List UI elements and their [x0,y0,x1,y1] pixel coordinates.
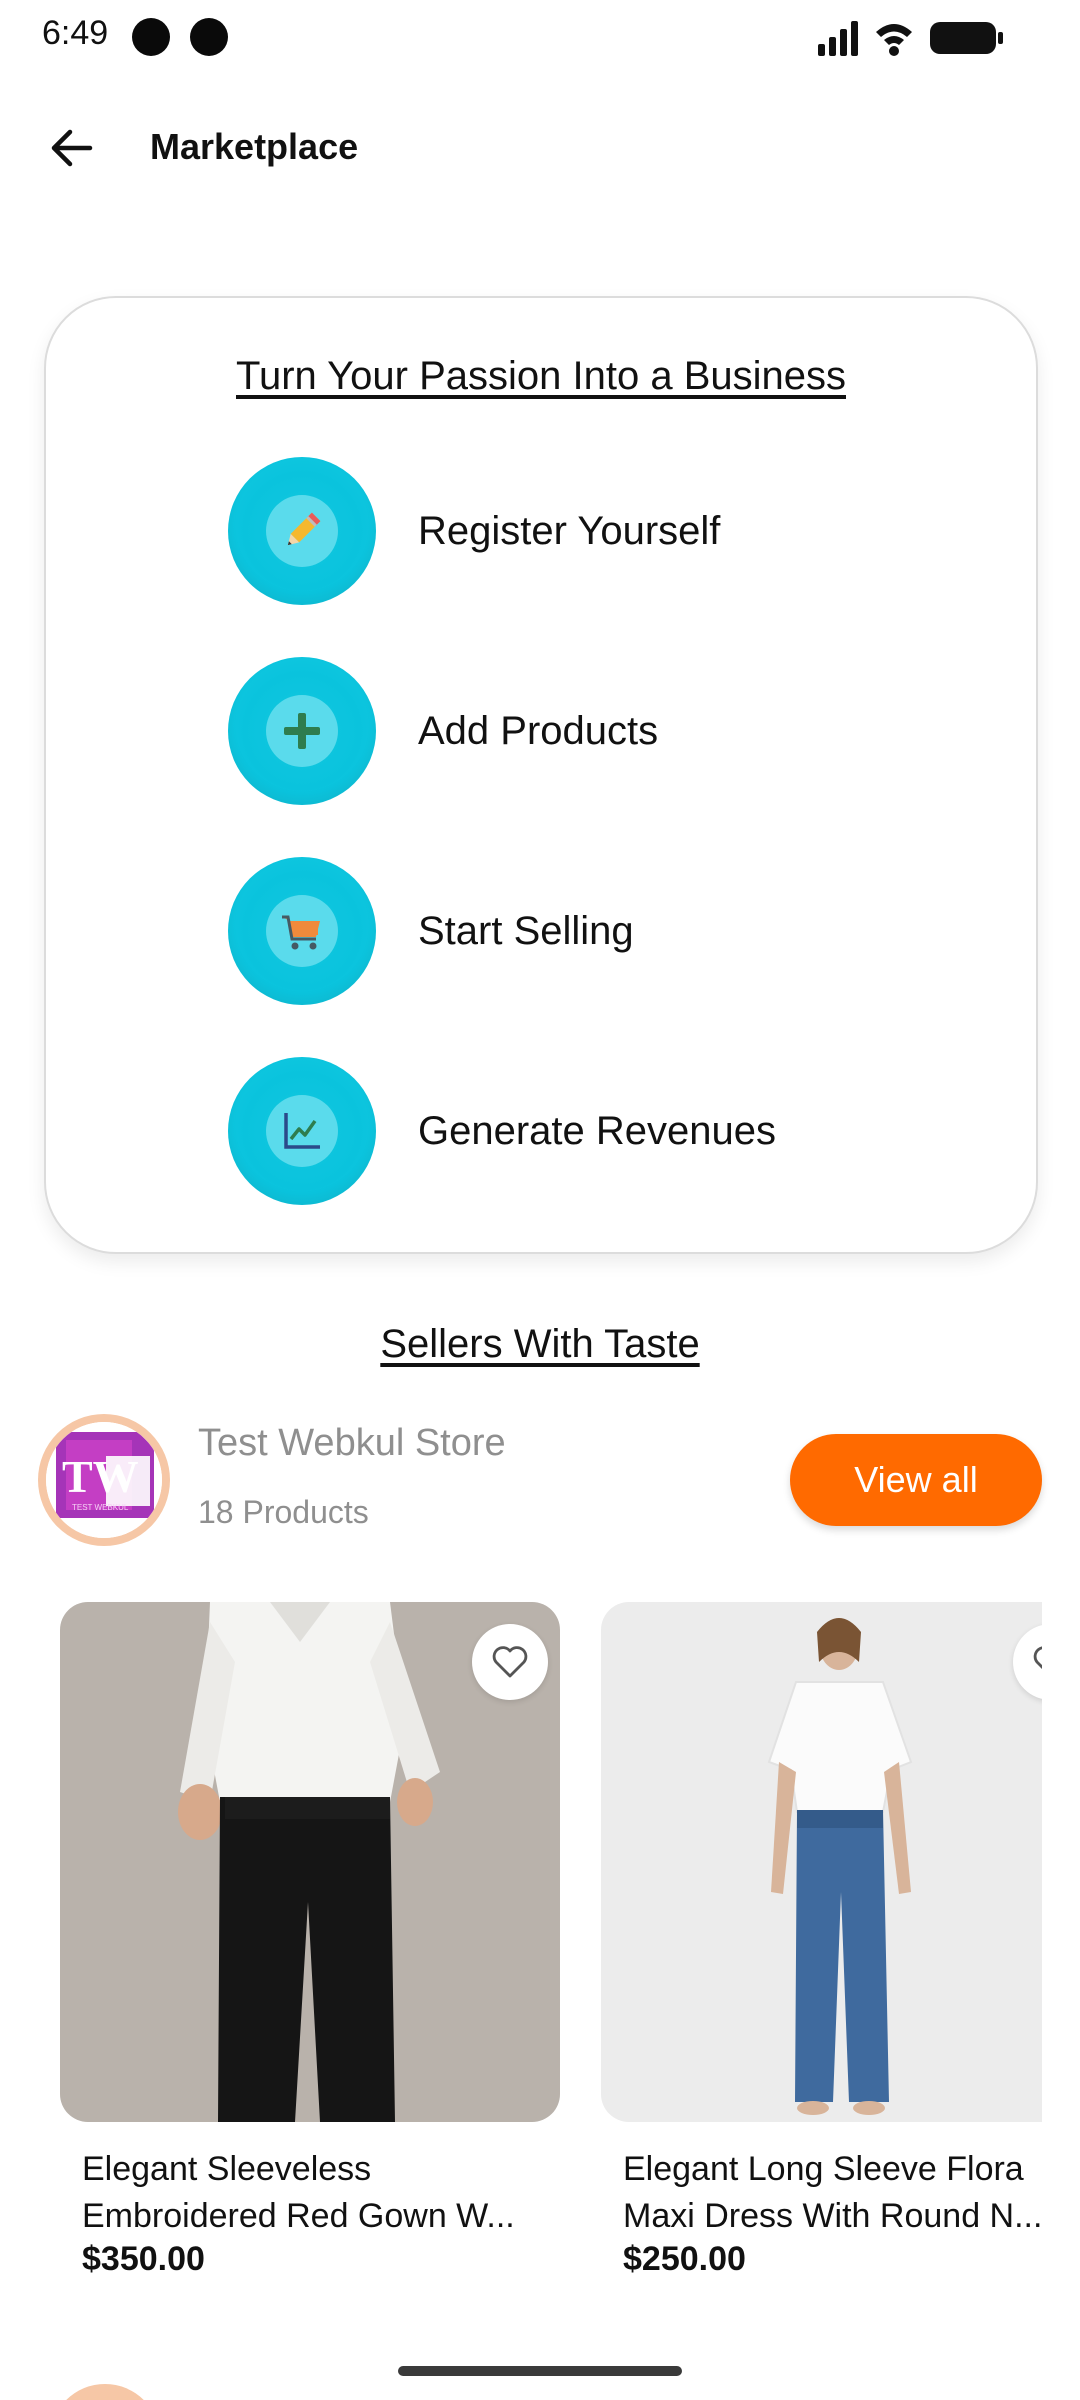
favorite-button[interactable] [472,1624,548,1700]
view-all-button[interactable]: View all [790,1434,1042,1526]
step-icon-circle [228,457,376,605]
wifi-icon [876,24,912,56]
step-label: Add Products [418,708,659,753]
product-card[interactable]: Elegant Long Sleeve Flora Maxi Dress Wit… [601,1602,1042,2302]
product-name-line: Elegant Long Sleeve Flora [623,2150,1024,2188]
product-count: 18 Products [198,1494,369,1530]
product-image[interactable] [601,1602,1042,2122]
product-name-line: Embroidered Red Gown W... [82,2197,515,2235]
plus-icon [284,713,320,749]
arrow-left-icon [51,129,93,167]
product-price: $350.00 [82,2240,205,2278]
step-register-yourself[interactable]: Register Yourself [228,456,988,606]
next-seller-avatar[interactable] [50,2384,160,2400]
step-generate-revenues[interactable]: Generate Revenues [228,1056,988,1206]
product-card[interactable]: Elegant Sleeveless Embroidered Red Gown … [60,1602,560,2302]
sellers-heading: Sellers With Taste [380,1322,700,1366]
seller-avatar[interactable]: TW TEST WEBKUL [38,1414,170,1546]
heart-icon [1033,1646,1042,1669]
signal-icon [818,21,858,56]
seller-row: TW TEST WEBKUL Test Webkul Store 18 Prod… [38,1412,1042,1548]
notification-dot-icon [190,18,228,56]
marketplace-screen: 6:49 Marketplace Turn Your Passion Into … [0,0,1080,2400]
store-name[interactable]: Test Webkul Store [198,1422,506,1465]
battery-icon [930,22,1003,54]
step-label: Register Yourself [418,508,721,553]
product-price: $250.00 [623,2240,746,2278]
step-icon-circle [228,1057,376,1205]
business-steps-card: Turn Your Passion Into a Business Regist… [44,296,1038,1254]
product-name-line: Maxi Dress With Round N... [623,2197,1042,2235]
step-icon-circle [228,657,376,805]
app-bar: Marketplace [0,100,1080,196]
chart-icon [284,1113,320,1149]
product-carousel[interactable]: Elegant Sleeveless Embroidered Red Gown … [0,1602,1042,2302]
back-button[interactable] [44,120,100,176]
step-add-products[interactable]: Add Products [228,656,988,806]
product-image[interactable] [60,1602,560,2122]
svg-text:TEST WEBKUL: TEST WEBKUL [72,1503,129,1512]
status-bar: 6:49 [0,0,1080,72]
step-label: Start Selling [418,908,634,953]
page-title: Marketplace [150,126,359,167]
step-start-selling[interactable]: Start Selling [228,856,988,1006]
status-icons [818,18,1008,58]
pencil-icon [287,512,321,546]
store-logo: TW TEST WEBKUL [46,1422,162,1538]
step-icon-circle [228,857,376,1005]
step-label: Generate Revenues [418,1108,777,1153]
home-indicator[interactable] [398,2366,682,2376]
status-time: 6:49 [42,14,109,52]
notification-dot-icon [132,18,170,56]
heart-icon [492,1646,528,1678]
svg-text:TW: TW [62,1451,139,1502]
cart-icon [282,915,320,950]
steps-heading: Turn Your Passion Into a Business [236,354,846,398]
product-name-line: Elegant Sleeveless [82,2150,372,2188]
